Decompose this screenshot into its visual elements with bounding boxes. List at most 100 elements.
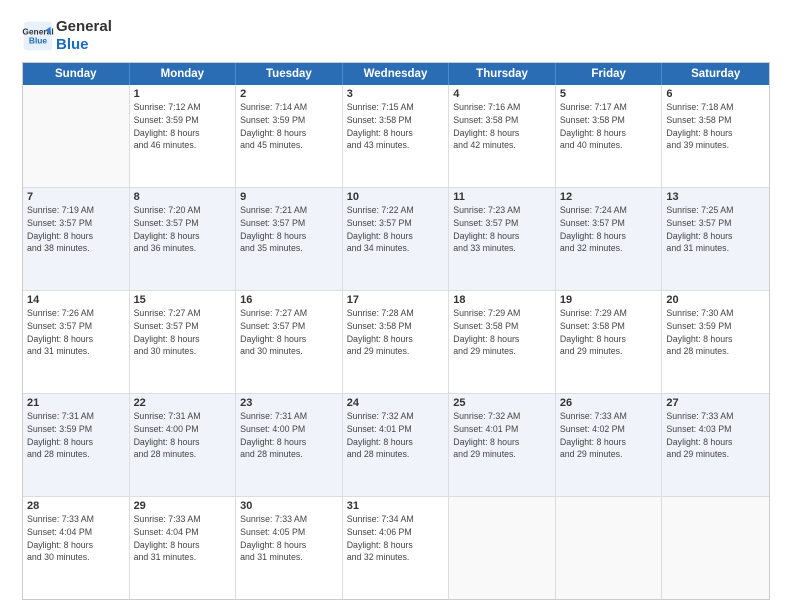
day-info: Sunrise: 7:21 AMSunset: 3:57 PMDaylight:… [240, 204, 338, 255]
calendar-day: 6Sunrise: 7:18 AMSunset: 3:58 PMDaylight… [662, 85, 769, 187]
day-info: Sunrise: 7:32 AMSunset: 4:01 PMDaylight:… [453, 410, 551, 461]
header-day-thursday: Thursday [449, 63, 556, 85]
day-info: Sunrise: 7:23 AMSunset: 3:57 PMDaylight:… [453, 204, 551, 255]
calendar-day: 30Sunrise: 7:33 AMSunset: 4:05 PMDayligh… [236, 497, 343, 599]
calendar-week-2: 7Sunrise: 7:19 AMSunset: 3:57 PMDaylight… [23, 187, 769, 290]
calendar-day: 13Sunrise: 7:25 AMSunset: 3:57 PMDayligh… [662, 188, 769, 290]
calendar-day: 18Sunrise: 7:29 AMSunset: 3:58 PMDayligh… [449, 291, 556, 393]
day-number: 30 [240, 500, 338, 512]
calendar-day: 1Sunrise: 7:12 AMSunset: 3:59 PMDaylight… [130, 85, 237, 187]
day-info: Sunrise: 7:34 AMSunset: 4:06 PMDaylight:… [347, 513, 445, 564]
calendar-day: 12Sunrise: 7:24 AMSunset: 3:57 PMDayligh… [556, 188, 663, 290]
day-number: 29 [134, 500, 232, 512]
header-day-wednesday: Wednesday [343, 63, 450, 85]
day-info: Sunrise: 7:17 AMSunset: 3:58 PMDaylight:… [560, 101, 658, 152]
calendar-day: 10Sunrise: 7:22 AMSunset: 3:57 PMDayligh… [343, 188, 450, 290]
logo-text: General Blue [56, 18, 112, 54]
day-info: Sunrise: 7:31 AMSunset: 4:00 PMDaylight:… [240, 410, 338, 461]
day-info: Sunrise: 7:32 AMSunset: 4:01 PMDaylight:… [347, 410, 445, 461]
calendar-day [662, 497, 769, 599]
day-info: Sunrise: 7:33 AMSunset: 4:04 PMDaylight:… [27, 513, 125, 564]
day-info: Sunrise: 7:15 AMSunset: 3:58 PMDaylight:… [347, 101, 445, 152]
day-number: 20 [666, 294, 765, 306]
header: General Blue General Blue [22, 18, 770, 54]
day-number: 17 [347, 294, 445, 306]
calendar-day: 31Sunrise: 7:34 AMSunset: 4:06 PMDayligh… [343, 497, 450, 599]
day-info: Sunrise: 7:33 AMSunset: 4:04 PMDaylight:… [134, 513, 232, 564]
header-day-saturday: Saturday [662, 63, 769, 85]
header-day-friday: Friday [556, 63, 663, 85]
calendar-header: SundayMondayTuesdayWednesdayThursdayFrid… [23, 63, 769, 85]
day-number: 2 [240, 88, 338, 100]
day-number: 19 [560, 294, 658, 306]
day-number: 28 [27, 500, 125, 512]
day-number: 21 [27, 397, 125, 409]
day-info: Sunrise: 7:24 AMSunset: 3:57 PMDaylight:… [560, 204, 658, 255]
calendar-day: 28Sunrise: 7:33 AMSunset: 4:04 PMDayligh… [23, 497, 130, 599]
day-info: Sunrise: 7:31 AMSunset: 3:59 PMDaylight:… [27, 410, 125, 461]
day-number: 5 [560, 88, 658, 100]
svg-text:Blue: Blue [29, 36, 48, 46]
logo: General Blue General Blue [22, 18, 112, 54]
day-number: 12 [560, 191, 658, 203]
day-number: 18 [453, 294, 551, 306]
day-number: 4 [453, 88, 551, 100]
calendar-day: 17Sunrise: 7:28 AMSunset: 3:58 PMDayligh… [343, 291, 450, 393]
day-info: Sunrise: 7:19 AMSunset: 3:57 PMDaylight:… [27, 204, 125, 255]
calendar-day: 19Sunrise: 7:29 AMSunset: 3:58 PMDayligh… [556, 291, 663, 393]
calendar-day: 26Sunrise: 7:33 AMSunset: 4:02 PMDayligh… [556, 394, 663, 496]
day-info: Sunrise: 7:26 AMSunset: 3:57 PMDaylight:… [27, 307, 125, 358]
calendar-day: 2Sunrise: 7:14 AMSunset: 3:59 PMDaylight… [236, 85, 343, 187]
calendar-day: 25Sunrise: 7:32 AMSunset: 4:01 PMDayligh… [449, 394, 556, 496]
day-number: 8 [134, 191, 232, 203]
calendar-day: 4Sunrise: 7:16 AMSunset: 3:58 PMDaylight… [449, 85, 556, 187]
day-number: 22 [134, 397, 232, 409]
day-info: Sunrise: 7:27 AMSunset: 3:57 PMDaylight:… [240, 307, 338, 358]
day-info: Sunrise: 7:12 AMSunset: 3:59 PMDaylight:… [134, 101, 232, 152]
day-number: 27 [666, 397, 765, 409]
calendar-day: 11Sunrise: 7:23 AMSunset: 3:57 PMDayligh… [449, 188, 556, 290]
header-day-monday: Monday [130, 63, 237, 85]
day-number: 6 [666, 88, 765, 100]
day-info: Sunrise: 7:30 AMSunset: 3:59 PMDaylight:… [666, 307, 765, 358]
calendar-day: 14Sunrise: 7:26 AMSunset: 3:57 PMDayligh… [23, 291, 130, 393]
day-info: Sunrise: 7:16 AMSunset: 3:58 PMDaylight:… [453, 101, 551, 152]
calendar-day: 24Sunrise: 7:32 AMSunset: 4:01 PMDayligh… [343, 394, 450, 496]
day-number: 1 [134, 88, 232, 100]
logo-line2: Blue [56, 36, 112, 54]
day-info: Sunrise: 7:29 AMSunset: 3:58 PMDaylight:… [560, 307, 658, 358]
calendar-day: 21Sunrise: 7:31 AMSunset: 3:59 PMDayligh… [23, 394, 130, 496]
day-info: Sunrise: 7:18 AMSunset: 3:58 PMDaylight:… [666, 101, 765, 152]
day-info: Sunrise: 7:20 AMSunset: 3:57 PMDaylight:… [134, 204, 232, 255]
day-info: Sunrise: 7:14 AMSunset: 3:59 PMDaylight:… [240, 101, 338, 152]
calendar-day [556, 497, 663, 599]
header-day-sunday: Sunday [23, 63, 130, 85]
day-number: 23 [240, 397, 338, 409]
day-number: 10 [347, 191, 445, 203]
day-number: 16 [240, 294, 338, 306]
calendar-week-5: 28Sunrise: 7:33 AMSunset: 4:04 PMDayligh… [23, 496, 769, 599]
day-info: Sunrise: 7:25 AMSunset: 3:57 PMDaylight:… [666, 204, 765, 255]
day-number: 15 [134, 294, 232, 306]
calendar-day [23, 85, 130, 187]
day-info: Sunrise: 7:31 AMSunset: 4:00 PMDaylight:… [134, 410, 232, 461]
calendar-day: 5Sunrise: 7:17 AMSunset: 3:58 PMDaylight… [556, 85, 663, 187]
logo-line1: General [56, 18, 112, 36]
day-info: Sunrise: 7:33 AMSunset: 4:05 PMDaylight:… [240, 513, 338, 564]
calendar-day: 9Sunrise: 7:21 AMSunset: 3:57 PMDaylight… [236, 188, 343, 290]
day-info: Sunrise: 7:29 AMSunset: 3:58 PMDaylight:… [453, 307, 551, 358]
day-number: 11 [453, 191, 551, 203]
calendar-day: 29Sunrise: 7:33 AMSunset: 4:04 PMDayligh… [130, 497, 237, 599]
calendar-day: 8Sunrise: 7:20 AMSunset: 3:57 PMDaylight… [130, 188, 237, 290]
calendar-day: 27Sunrise: 7:33 AMSunset: 4:03 PMDayligh… [662, 394, 769, 496]
page: General Blue General Blue SundayMondayTu… [0, 0, 792, 612]
logo-icon: General Blue [22, 20, 54, 52]
calendar: SundayMondayTuesdayWednesdayThursdayFrid… [22, 62, 770, 600]
calendar-day: 3Sunrise: 7:15 AMSunset: 3:58 PMDaylight… [343, 85, 450, 187]
day-number: 3 [347, 88, 445, 100]
calendar-body: 1Sunrise: 7:12 AMSunset: 3:59 PMDaylight… [23, 85, 769, 599]
calendar-day [449, 497, 556, 599]
calendar-day: 22Sunrise: 7:31 AMSunset: 4:00 PMDayligh… [130, 394, 237, 496]
calendar-week-1: 1Sunrise: 7:12 AMSunset: 3:59 PMDaylight… [23, 85, 769, 187]
calendar-day: 23Sunrise: 7:31 AMSunset: 4:00 PMDayligh… [236, 394, 343, 496]
